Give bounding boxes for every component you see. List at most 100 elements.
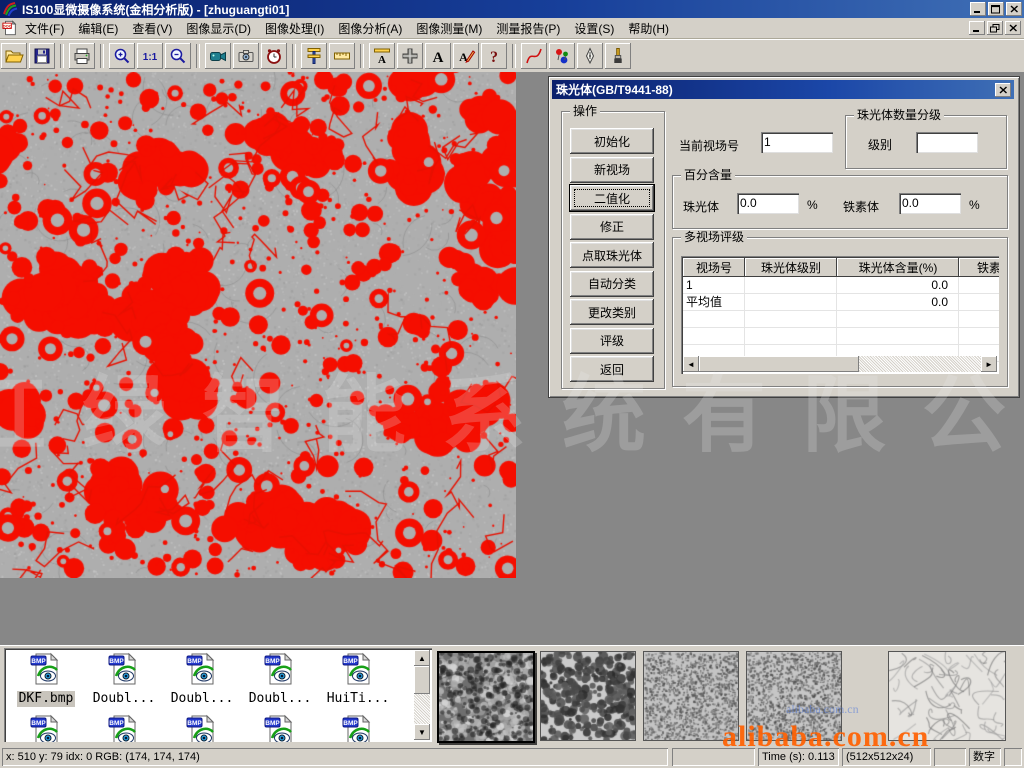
menu-item-7[interactable]: 图像测量(M) [409, 18, 489, 39]
file-item-row2-3[interactable]: BMP [164, 714, 240, 742]
svg-text:A: A [378, 54, 386, 66]
file-list-scrollbar[interactable]: ▲ ▼ [414, 650, 430, 740]
menu-item-2[interactable]: 编辑(E) [71, 18, 125, 39]
text-icon: A [428, 46, 448, 66]
table-row[interactable] [683, 311, 999, 328]
table-hscrollbar[interactable]: ◄ ► [683, 356, 997, 372]
file-item-4[interactable]: BMPDoubl... [242, 652, 318, 710]
mark-points-button[interactable] [549, 43, 575, 69]
menu-item-8[interactable]: 测量报告(P) [489, 18, 567, 39]
file-item-row2-4[interactable]: BMP [242, 714, 318, 742]
thumbnail-1[interactable] [437, 651, 535, 743]
caliper-button[interactable] [301, 43, 327, 69]
op-button-9[interactable]: 返回 [570, 356, 654, 382]
minimize-button[interactable] [970, 2, 986, 16]
thumbnail-4[interactable] [746, 651, 842, 741]
brush-button[interactable] [605, 43, 631, 69]
file-item-1[interactable]: BMPDKF.bmp [8, 652, 84, 710]
dialog-close-button[interactable] [995, 83, 1011, 97]
file-item-row2-2[interactable]: BMP [86, 714, 162, 742]
bmp-file-icon: BMP [29, 714, 63, 742]
scroll-thumb[interactable] [414, 666, 430, 694]
ferrite-input[interactable]: 0.0 [899, 193, 961, 214]
op-button-6[interactable]: 自动分类 [570, 271, 654, 297]
file-item-row2-1[interactable]: BMP [8, 714, 84, 742]
thumbnail-3[interactable] [643, 651, 739, 741]
open-button[interactable] [1, 43, 27, 69]
menu-item-6[interactable]: 图像分析(A) [331, 18, 409, 39]
text-button[interactable]: A [425, 43, 451, 69]
table-row[interactable]: 平均值0.0 [683, 294, 999, 311]
thumbnail-2[interactable] [540, 651, 636, 741]
menu-item-4[interactable]: 图像显示(D) [179, 18, 258, 39]
help-button[interactable]: ? [481, 43, 507, 69]
zoom-out-button[interactable] [165, 43, 191, 69]
child-restore-button[interactable] [987, 21, 1003, 35]
timer-button[interactable] [261, 43, 287, 69]
status-time: Time (s): 0.113 [758, 748, 839, 766]
op-button-5[interactable]: 点取珠光体 [570, 242, 654, 268]
op-button-3[interactable]: 二值化 [570, 185, 654, 211]
scroll-down-button[interactable]: ▼ [414, 724, 430, 740]
table-cell [745, 277, 837, 293]
file-item-5[interactable]: BMPHuiTi... [320, 652, 396, 710]
workspace: 红绿智能系统有限公司 珠光体(GB/T9441-88) 操作 初始化新视场二值化… [0, 72, 1024, 645]
actual-size-button[interactable]: 1:1 [137, 43, 163, 69]
file-item-row2-5[interactable]: BMP [320, 714, 396, 742]
ferrite-label: 铁素体 [843, 198, 879, 215]
grading-group: 珠光体数量分级 级别 [845, 115, 1007, 169]
op-button-2[interactable]: 新视场 [570, 157, 654, 183]
scroll-left-button[interactable]: ◄ [683, 356, 699, 372]
child-minimize-button[interactable] [969, 21, 985, 35]
grid-button[interactable] [397, 43, 423, 69]
maximize-button[interactable] [988, 2, 1004, 16]
scroll-up-button[interactable]: ▲ [414, 650, 430, 666]
file-item-3[interactable]: BMPDoubl... [164, 652, 240, 710]
print-button[interactable] [69, 43, 95, 69]
op-button-4[interactable]: 修正 [570, 214, 654, 240]
scroll-right-button[interactable]: ► [981, 356, 997, 372]
file-item-2[interactable]: BMPDoubl... [86, 652, 162, 710]
ruler-button[interactable] [329, 43, 355, 69]
measure-text-button[interactable]: A [369, 43, 395, 69]
zoom-in-button[interactable] [109, 43, 135, 69]
table-row[interactable] [683, 328, 999, 345]
child-close-button[interactable] [1005, 21, 1021, 35]
menu-item-9[interactable]: 设置(S) [567, 18, 621, 39]
menu-item-10[interactable]: 帮助(H) [621, 18, 676, 39]
op-button-7[interactable]: 更改类别 [570, 299, 654, 325]
current-view-input[interactable]: 1 [761, 132, 833, 153]
toolbar-separator [292, 44, 296, 68]
pearlite-input[interactable]: 0.0 [737, 193, 799, 214]
curve-button[interactable] [521, 43, 547, 69]
metallographic-image[interactable] [0, 72, 516, 578]
table-header-2[interactable]: 珠光体级别 [745, 258, 837, 277]
op-button-1[interactable]: 初始化 [570, 128, 654, 154]
thumbnail-5[interactable] [888, 651, 1006, 741]
save-button[interactable] [29, 43, 55, 69]
annotate-button[interactable]: A [453, 43, 479, 69]
table-cell [745, 311, 837, 327]
status-mode: 数字 [969, 748, 1001, 766]
table-header-3[interactable]: 珠光体含量(%) [837, 258, 959, 277]
video-button[interactable] [205, 43, 231, 69]
table-row[interactable]: 10.0 [683, 277, 999, 294]
close-button[interactable] [1006, 2, 1022, 16]
menu-item-1[interactable]: 文件(F) [18, 18, 71, 39]
bmp-file-icon: BMP [185, 652, 219, 691]
svg-text:BMP: BMP [31, 720, 46, 727]
table-header-4[interactable]: 铁素体 [959, 258, 999, 277]
annotate-icon: A [456, 46, 476, 66]
op-button-8[interactable]: 评级 [570, 328, 654, 354]
menu-item-3[interactable]: 查看(V) [125, 18, 179, 39]
menu-item-5[interactable]: 图像处理(I) [258, 18, 331, 39]
grade-input[interactable] [916, 132, 978, 153]
document-icon[interactable]: DOC [2, 21, 18, 35]
curve-icon [524, 46, 544, 66]
zoom-in-icon [112, 46, 132, 66]
rating-table[interactable]: 视场号珠光体级别珠光体含量(%)铁素体 10.0平均值0.0 ◄ ► [681, 256, 999, 374]
camera-button[interactable] [233, 43, 259, 69]
scroll-thumb[interactable] [699, 356, 859, 372]
pen-button[interactable] [577, 43, 603, 69]
table-header-1[interactable]: 视场号 [683, 258, 745, 277]
